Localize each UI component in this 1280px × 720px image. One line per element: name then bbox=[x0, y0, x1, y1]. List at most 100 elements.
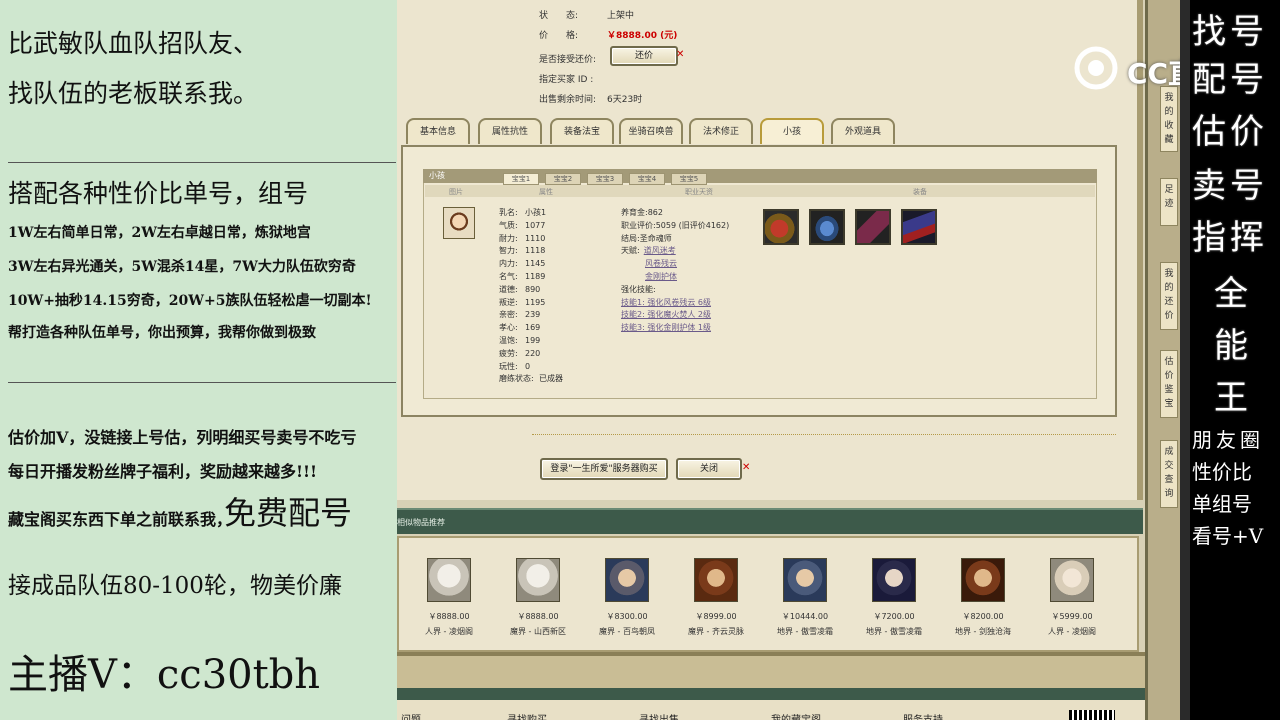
bottle-icon[interactable] bbox=[809, 209, 845, 245]
attribute-key: 内力: bbox=[499, 259, 518, 269]
recommend-item[interactable]: ￥8999.00 魔界 - 齐云灵脉 bbox=[681, 558, 751, 637]
career-key: 强化技能: bbox=[621, 284, 656, 294]
character-portrait-icon[interactable] bbox=[694, 558, 738, 602]
subtab-child-5[interactable]: 宝宝5 bbox=[671, 173, 707, 185]
career-value[interactable]: 金刚护体 bbox=[645, 272, 677, 281]
close-icon: ✕ bbox=[676, 49, 685, 60]
nav-my-cbg[interactable]: 我的藏宝阁 bbox=[771, 711, 821, 720]
tab-spells[interactable]: 法术修正 bbox=[689, 118, 753, 144]
recommend-item[interactable]: ￥7200.00 地界 - 傲雪凌霜 bbox=[859, 558, 929, 637]
nav-sell[interactable]: 寻找出售 bbox=[639, 711, 679, 720]
ad-line: 10W+抽秒14.15穷奇，20W+5族队伍轻松虐一切副本! bbox=[8, 293, 372, 309]
career-value[interactable]: 风卷残云 bbox=[645, 259, 677, 268]
recommend-price: ￥8200.00 bbox=[962, 612, 1004, 621]
scroll-icon[interactable] bbox=[855, 209, 891, 245]
status-value: 上架中 bbox=[607, 11, 635, 21]
sidebar-item-appraisal[interactable]: 估价鉴宝 bbox=[1160, 350, 1178, 418]
attribute-value: 已成器 bbox=[539, 374, 563, 384]
career-value[interactable]: 道风迷考 bbox=[644, 246, 676, 255]
character-portrait-icon[interactable] bbox=[961, 558, 1005, 602]
login-buy-button[interactable]: 登录"一生所爱"服务器购买 bbox=[540, 458, 668, 480]
sidebar-item-my-offers[interactable]: 我的还价 bbox=[1160, 262, 1178, 330]
career-value[interactable]: 技能1: 强化风卷残云 6级 bbox=[621, 298, 711, 307]
attribute-value: 小孩1 bbox=[525, 208, 547, 217]
subtab-child-3[interactable]: 宝宝3 bbox=[587, 173, 623, 185]
tab-child[interactable]: 小孩 bbox=[760, 118, 824, 144]
recommend-price: ￥8999.00 bbox=[695, 612, 737, 621]
recommend-item[interactable]: ￥5999.00 人界 - 凌烟阁 bbox=[1037, 558, 1107, 637]
time-left-row: 出售剩余时间: 6天23时 bbox=[539, 92, 642, 105]
recommend-item[interactable]: ￥8888.00 人界 - 凌烟阁 bbox=[414, 558, 484, 637]
sidebar-item-deals[interactable]: 成交查询 bbox=[1160, 440, 1178, 508]
recommend-server: 地界 - 傲雪凌霜 bbox=[866, 627, 922, 636]
attribute-value: 0 bbox=[525, 361, 531, 371]
recommend-price: ￥8300.00 bbox=[606, 612, 648, 621]
recommend-price: ￥5999.00 bbox=[1051, 612, 1093, 621]
col-header-career: 职业天资 bbox=[685, 188, 713, 196]
counter-offer-row: 是否接受还价: bbox=[539, 52, 607, 65]
ad-line: 3W左右异光通关，5W混杀14星，7W大力队伍砍穷奇 bbox=[8, 259, 356, 275]
streamer-contact: 主播V：cc30tbh bbox=[8, 652, 321, 698]
nav-buy[interactable]: 寻找购买 bbox=[507, 711, 547, 720]
attribute-key: 乳名: bbox=[499, 208, 518, 217]
character-portrait-icon[interactable] bbox=[427, 558, 471, 602]
attribute-row: 叛逆: 1195 bbox=[499, 297, 545, 308]
character-portrait-icon[interactable] bbox=[516, 558, 560, 602]
divider bbox=[8, 382, 396, 383]
recommend-server: 人界 - 凌烟阁 bbox=[1048, 627, 1096, 636]
career-value[interactable]: 技能3: 强化金刚护体 1级 bbox=[621, 323, 711, 332]
career-row: 结局:圣命魂师 bbox=[621, 233, 672, 244]
status-label: 状 态: bbox=[539, 11, 579, 21]
child-detail-box: 小孩 宝宝1 宝宝2 宝宝3 宝宝4 宝宝5 图片 属性 职业天资 装备 乳名:… bbox=[401, 145, 1117, 417]
attribute-value: 1110 bbox=[525, 233, 546, 243]
subtab-child-1[interactable]: 宝宝1 bbox=[503, 173, 539, 185]
nav-support[interactable]: 服务支持 bbox=[903, 711, 943, 720]
tab-attributes[interactable]: 属性抗性 bbox=[478, 118, 542, 144]
recommend-price: ￥8888.00 bbox=[517, 612, 559, 621]
subtab-child-4[interactable]: 宝宝4 bbox=[629, 173, 665, 185]
sidebar-item-footprint[interactable]: 足迹 bbox=[1160, 178, 1178, 226]
close-button[interactable]: 关闭 bbox=[676, 458, 742, 480]
character-portrait-icon[interactable] bbox=[1050, 558, 1094, 602]
tab-appearance[interactable]: 外观道具 bbox=[831, 118, 895, 144]
recommend-server: 地界 - 剑独沧海 bbox=[955, 627, 1011, 636]
attribute-row: 孝心: 169 bbox=[499, 322, 540, 333]
price-label: 价 格: bbox=[539, 31, 579, 41]
attribute-row: 乳名: 小孩1 bbox=[499, 207, 546, 218]
career-value[interactable]: 技能2: 强化魔火焚人 2级 bbox=[621, 310, 711, 319]
sidebar-item-favorites[interactable]: 我的收藏 bbox=[1160, 86, 1178, 152]
nav-help[interactable]: 问题 bbox=[401, 711, 421, 720]
recommend-item[interactable]: ￥8200.00 地界 - 剑独沧海 bbox=[948, 558, 1018, 637]
streamer-side-banner: 找号 配号 估价 卖号 指挥 全 能 王 朋友圈 性价比 单组号 看号+V bbox=[1190, 0, 1280, 720]
character-portrait-icon[interactable] bbox=[605, 558, 649, 602]
frame-border bbox=[1180, 0, 1190, 720]
subtab-child-2[interactable]: 宝宝2 bbox=[545, 173, 581, 185]
tab-equipment[interactable]: 装备法宝 bbox=[550, 118, 614, 144]
attribute-value: 239 bbox=[525, 310, 541, 320]
career-value: 圣命魂师 bbox=[639, 233, 672, 243]
attribute-key: 孝心: bbox=[499, 323, 518, 333]
attribute-key: 名气: bbox=[499, 272, 518, 281]
career-row: 职业评价:5059 (旧评价4162) bbox=[621, 220, 729, 231]
col-header-image: 图片 bbox=[449, 188, 463, 196]
recommend-server: 魔界 - 百鸟朝凤 bbox=[599, 627, 655, 636]
time-left-label: 出售剩余时间: bbox=[539, 95, 597, 105]
attribute-value: 1118 bbox=[525, 246, 546, 256]
banner-text: 卖号 bbox=[1192, 166, 1268, 206]
tab-basic-info[interactable]: 基本信息 bbox=[406, 118, 470, 144]
character-portrait-icon[interactable] bbox=[783, 558, 827, 602]
counter-offer-button[interactable]: 还价 bbox=[610, 46, 678, 66]
game-window: 状 态: 上架中 价 格: ￥8888.00 (元) 是否接受还价: 还价 ✕ 指定… bbox=[397, 0, 1180, 720]
tab-mounts[interactable]: 坐骑召唤兽 bbox=[619, 118, 683, 144]
character-portrait-icon[interactable] bbox=[872, 558, 916, 602]
recommend-item[interactable]: ￥8300.00 魔界 - 百鸟朝凤 bbox=[592, 558, 662, 637]
recommend-item[interactable]: ￥8888.00 魔界 - 山西新区 bbox=[503, 558, 573, 637]
book-icon[interactable] bbox=[901, 209, 937, 245]
banner-text: 估价 bbox=[1192, 112, 1268, 152]
close-icon: ✕ bbox=[742, 462, 751, 473]
pouch-icon[interactable] bbox=[763, 209, 799, 245]
recommend-title: 相似物品推荐 bbox=[397, 518, 445, 527]
recommend-price: ￥10444.00 bbox=[781, 612, 829, 621]
recommend-item[interactable]: ￥10444.00 地界 - 傲雪凌霜 bbox=[770, 558, 840, 637]
career-row: 强化技能: bbox=[621, 284, 656, 295]
